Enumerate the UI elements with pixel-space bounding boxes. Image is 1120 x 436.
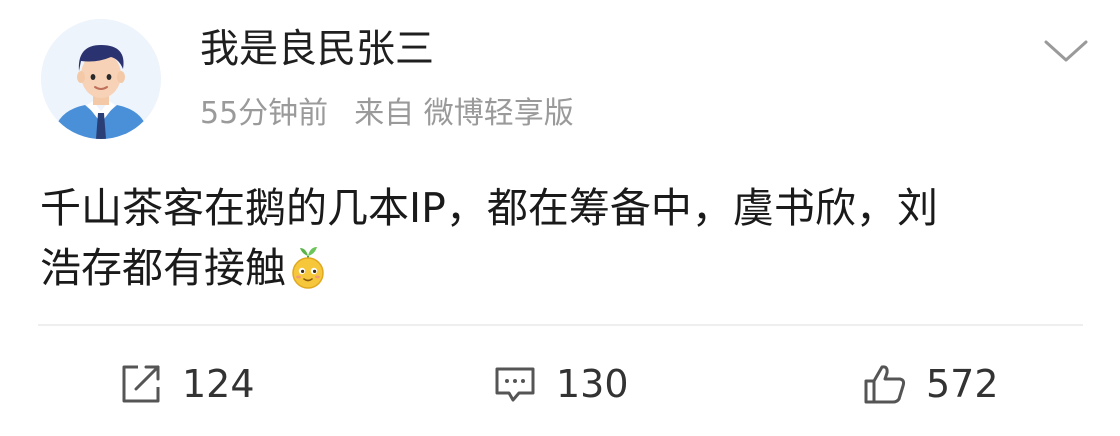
post-text-line-2: 浩存都有接触 [40,238,1100,298]
post-meta: 55分钟前 来自 微博轻享版 [200,94,574,134]
repost-icon [118,361,164,407]
comment-button[interactable]: 130 [492,356,629,412]
username[interactable]: 我是良民张三 [200,26,434,74]
post-time: 55分钟前 [200,96,329,131]
divider [38,324,1083,326]
post-text-line-1: 千山茶客在鹅的几本IP，都在筹备中，虞书欣，刘 [40,184,938,232]
avatar-illustration [41,19,161,139]
post-text-line-2-text: 浩存都有接触 [40,244,286,292]
comment-count: 130 [556,362,629,406]
sprout-smile-emoji-icon [288,242,328,290]
like-count: 572 [926,362,999,406]
comment-icon [492,361,538,407]
chevron-down-icon[interactable] [1040,32,1092,68]
repost-count: 124 [182,362,255,406]
thumbs-up-icon [862,361,908,407]
repost-button[interactable]: 124 [118,356,255,412]
post-source[interactable]: 来自 微博轻享版 [354,96,574,131]
post-content: 千山茶客在鹅的几本IP，都在筹备中，虞书欣，刘 浩存都有接触 [40,178,1100,298]
like-button[interactable]: 572 [862,356,999,412]
avatar[interactable] [41,19,161,139]
